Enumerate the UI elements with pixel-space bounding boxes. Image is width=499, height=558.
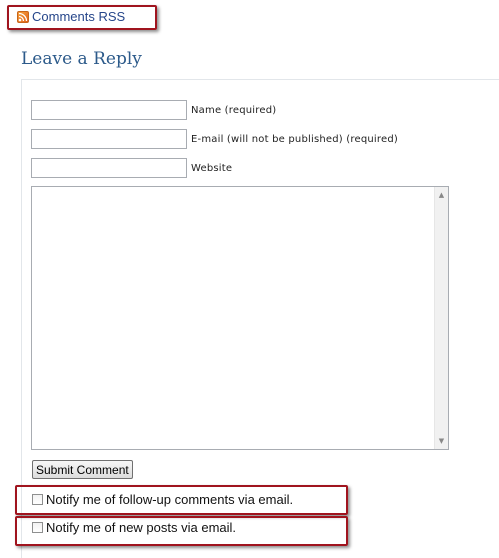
comment-textarea[interactable]: ▲ ▼ [31, 186, 449, 450]
notify-newposts-label: Notify me of new posts via email. [46, 520, 237, 535]
comments-rss-label: Comments RSS [32, 9, 126, 24]
comment-scrollbar[interactable]: ▲ ▼ [434, 187, 448, 449]
name-input[interactable] [31, 100, 187, 120]
name-label: Name (required) [191, 104, 277, 116]
leave-reply-heading: Leave a Reply [21, 49, 142, 69]
notify-followup-label: Notify me of follow-up comments via emai… [46, 492, 294, 507]
comments-rss-link[interactable]: Comments RSS [17, 8, 125, 25]
notify-newposts-row: Notify me of new posts via email. [32, 520, 236, 535]
website-row: Website [31, 158, 232, 178]
email-input[interactable] [31, 129, 187, 149]
website-label: Website [191, 162, 233, 174]
name-row: Name (required) [31, 100, 276, 120]
rss-feed-icon [17, 10, 29, 23]
notify-followup-row: Notify me of follow-up comments via emai… [32, 492, 293, 507]
scroll-down-arrow-icon[interactable]: ▼ [435, 434, 448, 448]
scroll-up-arrow-icon[interactable]: ▲ [435, 188, 448, 202]
website-input[interactable] [31, 158, 187, 178]
email-row: E-mail (will not be published) (required… [31, 129, 398, 149]
notify-followup-checkbox[interactable] [32, 494, 43, 505]
notify-newposts-checkbox[interactable] [32, 522, 43, 533]
submit-comment-button[interactable]: Submit Comment [32, 460, 133, 479]
email-label: E-mail (will not be published) (required… [191, 133, 398, 145]
